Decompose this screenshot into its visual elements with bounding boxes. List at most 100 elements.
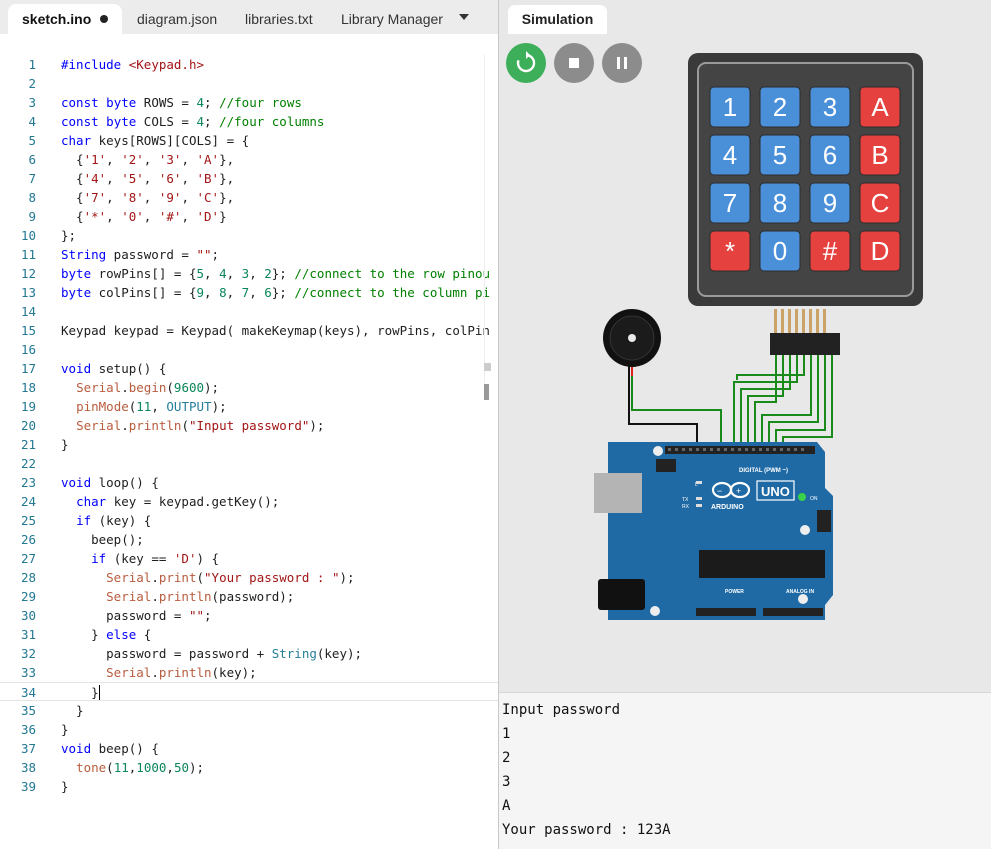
code-line[interactable]: 15 Keypad keypad = Keypad( makeKeymap(key… [0, 321, 498, 340]
code-line[interactable]: 35 } [0, 701, 498, 720]
code-line[interactable]: 10}; [0, 226, 498, 245]
line-number: 37 [20, 741, 36, 756]
keypad-key[interactable]: 9 [809, 182, 851, 224]
keypad-key[interactable]: 8 [759, 182, 801, 224]
code-line[interactable]: 32 password = password + String(key); [0, 644, 498, 663]
buzzer[interactable] [603, 309, 661, 367]
code-line[interactable]: 11 String password = ""; [0, 245, 498, 264]
code-text: char key = keypad.getKey(); [76, 494, 280, 509]
code-line[interactable]: 9 {'*', '0', '#', 'D'} [0, 207, 498, 226]
keypad-key[interactable]: D [859, 230, 901, 272]
line-number: 13 [20, 285, 36, 300]
code-line[interactable]: 29 Serial.println(password); [0, 587, 498, 606]
keypad-key[interactable]: 3 [809, 86, 851, 128]
code-line[interactable]: 34 } [0, 682, 498, 701]
code-line[interactable]: 3 const byte ROWS = 4; //four rows [0, 93, 498, 112]
keypad-key-label: * [725, 236, 735, 266]
code-text: Serial.print("Your password : "); [106, 570, 355, 585]
keypad-key[interactable]: * [709, 230, 751, 272]
line-number: 23 [20, 475, 36, 490]
line-number: 25 [20, 513, 36, 528]
keypad-key[interactable]: 4 [709, 134, 751, 176]
line-number: 14 [20, 304, 36, 319]
arduino-uno[interactable]: − + UNO ARDUINO DIGITAL (PWM ~) L TX RX … [594, 442, 833, 620]
code-line[interactable]: 27 if (key == 'D') { [0, 549, 498, 568]
code-line[interactable]: 22 [0, 454, 498, 473]
line-number: 24 [20, 494, 36, 509]
line-number: 16 [20, 342, 36, 357]
keypad-key[interactable]: 0 [759, 230, 801, 272]
code-line[interactable]: 33 Serial.println(key); [0, 663, 498, 682]
tab-libraries-txt[interactable]: libraries.txt [231, 4, 327, 34]
code-line[interactable]: 4 const byte COLS = 4; //four columns [0, 112, 498, 131]
line-number: 8 [28, 190, 36, 205]
code-line[interactable]: 31 } else { [0, 625, 498, 644]
code-text: const byte COLS = 4; //four columns [61, 114, 325, 129]
code-text: Serial.println(password); [106, 589, 295, 604]
keypad-key[interactable]: 5 [759, 134, 801, 176]
editor-scrollbar[interactable] [484, 384, 489, 400]
keypad-key-label: 4 [723, 140, 737, 170]
keypad-key[interactable]: 6 [809, 134, 851, 176]
tab-library-manager[interactable]: Library Manager [327, 4, 457, 34]
code-line[interactable]: 26 beep(); [0, 530, 498, 549]
code-line[interactable]: 28 Serial.print("Your password : "); [0, 568, 498, 587]
keypad-key[interactable]: A [859, 86, 901, 128]
tab-diagram-json[interactable]: diagram.json [123, 4, 231, 34]
code-text: {'*', '0', '#', 'D'} [61, 209, 227, 224]
code-line[interactable]: 24 char key = keypad.getKey(); [0, 492, 498, 511]
code-line[interactable]: 13 byte colPins[] = {9, 8, 7, 6}; //conne… [0, 283, 498, 302]
simulation-pane: Simulation 1 2 3 A 4 5 6 B 7 8 9 C * 0 #… [499, 0, 991, 849]
line-number: 32 [20, 646, 36, 661]
tabs-dropdown-caret-icon[interactable] [459, 14, 469, 20]
code-line[interactable]: 39} [0, 777, 498, 796]
code-line[interactable]: 20 Serial.println("Input password"); [0, 416, 498, 435]
line-number: 18 [20, 380, 36, 395]
code-line[interactable]: 16 [0, 340, 498, 359]
code-text: {'4', '5', '6', 'B'}, [61, 171, 235, 186]
tab-sketch-ino[interactable]: sketch.ino [8, 4, 123, 34]
code-line[interactable]: 21} [0, 435, 498, 454]
line-number: 2 [28, 76, 36, 91]
line-number: 5 [28, 133, 36, 148]
editor-ruler [484, 55, 485, 385]
code-line[interactable]: 38 tone(11,1000,50); [0, 758, 498, 777]
keypad-key[interactable]: # [809, 230, 851, 272]
keypad-key-label: 6 [823, 140, 837, 170]
code-line[interactable]: 37 void beep() { [0, 739, 498, 758]
line-number: 30 [20, 608, 36, 623]
code-line[interactable]: 18 Serial.begin(9600); [0, 378, 498, 397]
line-number: 22 [20, 456, 36, 471]
code-line[interactable]: 7 {'4', '5', '6', 'B'}, [0, 169, 498, 188]
code-line[interactable]: 17 void setup() { [0, 359, 498, 378]
keypad-key[interactable]: 7 [709, 182, 751, 224]
code-line[interactable]: 30 password = ""; [0, 606, 498, 625]
code-line[interactable]: 25 if (key) { [0, 511, 498, 530]
code-line[interactable]: 19 pinMode(11, OUTPUT); [0, 397, 498, 416]
board-name: UNO [761, 484, 790, 499]
code-line[interactable]: 2 [0, 74, 498, 93]
keypad-key[interactable]: C [859, 182, 901, 224]
power-jack [598, 579, 645, 610]
keypad-key[interactable]: 1 [709, 86, 751, 128]
code-line[interactable]: 5 char keys[ROWS][COLS] = { [0, 131, 498, 150]
code-line[interactable]: 36} [0, 720, 498, 739]
simulation-canvas[interactable]: 1 2 3 A 4 5 6 B 7 8 9 C * 0 # D − + UNO ARD… [499, 34, 991, 692]
serial-output-line: 1 [502, 726, 511, 742]
code-editor[interactable]: 1 #include <Keypad.h> 2 3 const byte ROWS = … [0, 55, 498, 835]
line-number: 10 [20, 228, 36, 243]
tab-simulation[interactable]: Simulation [508, 5, 607, 34]
keypad-key[interactable]: 2 [759, 86, 801, 128]
code-line[interactable]: 14 [0, 302, 498, 321]
serial-monitor[interactable]: Input password 1 2 3 A Your password : 123A [499, 692, 991, 849]
code-line[interactable]: 23 void loop() { [0, 473, 498, 492]
keypad-key[interactable]: B [859, 134, 901, 176]
code-text: pinMode(11, OUTPUT); [76, 399, 227, 414]
code-line[interactable]: 6 {'1', '2', '3', 'A'}, [0, 150, 498, 169]
code-text: char keys[ROWS][COLS] = { [61, 133, 250, 148]
code-line[interactable]: 8 {'7', '8', '9', 'C'}, [0, 188, 498, 207]
code-line[interactable]: 1 #include <Keypad.h> [0, 55, 498, 74]
code-line[interactable]: 12 byte rowPins[] = {5, 4, 3, 2}; //conne… [0, 264, 498, 283]
svg-text:+: + [736, 486, 741, 496]
line-number: 7 [28, 171, 36, 186]
